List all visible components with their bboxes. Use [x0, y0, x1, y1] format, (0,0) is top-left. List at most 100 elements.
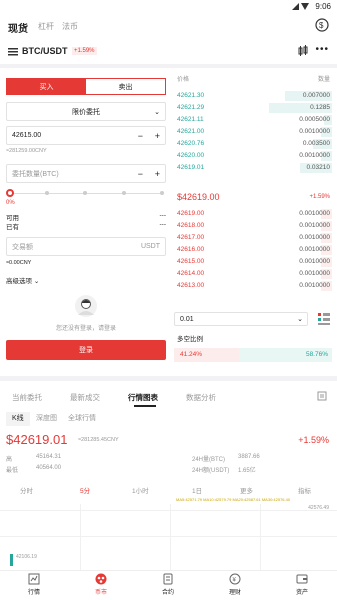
ask-row[interactable]: 42621.11 0.0005000 — [174, 114, 332, 126]
currency-icon[interactable]: $ — [315, 18, 329, 32]
bid-qty: 0.0010000 — [299, 258, 330, 265]
contract-icon — [163, 573, 173, 585]
ask-row[interactable]: 42621.00 0.0010000 — [174, 126, 332, 138]
interval-5m[interactable]: 5分 — [80, 485, 90, 495]
nav-market[interactable]: 行情 — [9, 573, 59, 596]
bid-qty: 0.0010000 — [299, 270, 330, 277]
bid-qty: 0.0010000 — [299, 282, 330, 289]
ask-row[interactable]: 42620.00 0.0010000 — [174, 150, 332, 162]
nav-finance[interactable]: ¥ 理财 — [210, 573, 260, 596]
kline-icon[interactable] — [297, 45, 309, 57]
amount-input[interactable]: 委托数量(BTC) − + — [6, 164, 166, 183]
chevron-down-icon: ⌄ — [297, 316, 303, 323]
minus-button[interactable]: − — [138, 131, 143, 141]
tab-margin[interactable]: 杠杆 — [38, 21, 54, 32]
svg-text:$: $ — [319, 21, 324, 30]
subtab-depth[interactable]: 深度图 — [36, 412, 57, 426]
tab-market-chart[interactable]: 行情图表 — [128, 392, 158, 403]
order-type-label: 限价委托 — [72, 108, 100, 116]
tab-data-analysis[interactable]: 数据分析 — [186, 392, 216, 403]
tab-open-orders[interactable]: 当前委托 — [12, 392, 42, 403]
nav-label: 资产 — [295, 590, 308, 596]
nav-assets[interactable]: 资产 — [277, 573, 327, 596]
bid-row[interactable]: 42614.00 0.0010000 — [174, 268, 332, 280]
top-nav: 现货 杠杆 法币 $ — [0, 14, 337, 40]
tab-fiat[interactable]: 法币 — [62, 21, 78, 32]
bid-qty: 0.0010000 — [299, 234, 330, 241]
ask-qty: 0.003500 — [302, 140, 330, 147]
menu-icon[interactable] — [8, 48, 18, 56]
bid-price: 42618.00 — [177, 222, 205, 229]
section-tabs: 当前委托 最新成交 行情图表 数据分析 — [0, 384, 337, 408]
precision-select[interactable]: 0.01 ⌄ — [174, 312, 308, 326]
minus-button[interactable]: − — [138, 169, 143, 179]
price-header: 价格 — [177, 77, 190, 83]
low-value: 40564.00 — [36, 465, 62, 471]
chart-low-mark: 42106.19 — [16, 554, 37, 560]
login-button[interactable]: 登录 — [6, 340, 166, 360]
last-price: $42619.00 — [177, 192, 220, 202]
ask-qty: 0.007000 — [302, 92, 330, 99]
pair-name[interactable]: BTC/USDT — [22, 46, 68, 56]
bid-row[interactable]: 42617.00 0.0010000 — [174, 232, 332, 244]
chevron-down-icon: ⌄ — [154, 108, 160, 116]
percent-slider[interactable] — [6, 189, 166, 199]
bid-row[interactable]: 42613.00 0.0010000 — [174, 280, 332, 292]
bid-row[interactable]: 42615.00 0.0010000 — [174, 256, 332, 268]
tab-spot[interactable]: 现货 — [8, 20, 28, 35]
ask-row[interactable]: 42621.30 0.007000 — [174, 90, 332, 102]
advanced-options[interactable]: 高级选项 ⌄ — [6, 275, 39, 285]
interval-1d[interactable]: 1日 — [192, 485, 202, 495]
divider — [0, 64, 337, 68]
high-label: 高 — [6, 457, 13, 463]
depth-mode-icon[interactable] — [318, 313, 330, 325]
held-value: --- — [159, 221, 167, 228]
history-icon[interactable] — [317, 391, 327, 401]
interval-timeshare[interactable]: 分时 — [20, 485, 33, 495]
sell-tab[interactable]: 卖出 — [86, 79, 165, 94]
nav-contract[interactable]: 合约 — [143, 573, 193, 596]
status-time: 9:06 — [315, 2, 331, 11]
interval-1h[interactable]: 1小时 — [132, 485, 149, 495]
held-label: 已有 — [6, 224, 19, 231]
bid-row[interactable]: 42618.00 0.0010000 — [174, 220, 332, 232]
buy-tab[interactable]: 买入 — [7, 79, 86, 94]
indicator-button[interactable]: 指标 — [298, 485, 311, 495]
nav-label: 理财 — [228, 590, 241, 596]
bid-row[interactable]: 42616.00 0.0010000 — [174, 244, 332, 256]
nav-label: 币市 — [94, 590, 107, 596]
ask-row[interactable]: 42620.76 0.003500 — [174, 138, 332, 150]
ask-list: 42621.30 0.007000 42621.29 0.1285 42621.11 0.… — [174, 90, 332, 174]
ask-qty: 0.03210 — [306, 164, 331, 171]
plus-button[interactable]: + — [155, 131, 160, 141]
tab-latest-trades[interactable]: 最新成交 — [70, 392, 100, 403]
slider-handle[interactable] — [6, 189, 14, 197]
ticker-price: $42619.01 — [6, 432, 68, 447]
nav-coin[interactable]: 币市 — [76, 573, 126, 596]
coin-market-icon — [95, 573, 107, 585]
more-icon[interactable]: ••• — [315, 44, 329, 55]
subtab-global[interactable]: 全球行情 — [68, 412, 96, 426]
bid-qty: 0.0010000 — [299, 246, 330, 253]
bid-price: 42616.00 — [177, 246, 205, 253]
ask-qty: 0.1285 — [310, 104, 330, 111]
total-input[interactable]: 交易额 USDT — [6, 237, 166, 256]
avatar-icon — [75, 295, 97, 317]
finance-icon: ¥ — [229, 573, 241, 585]
interval-more[interactable]: 更多 — [240, 485, 253, 495]
kline-chart[interactable]: MA5:42571.79 MA10:42579.79 MA20:42587.61… — [0, 496, 337, 570]
chart-icon — [28, 573, 40, 585]
wallet-icon — [296, 574, 308, 584]
bid-row[interactable]: 42619.00 0.0010000 — [174, 208, 332, 220]
divider — [0, 376, 337, 381]
order-type-select[interactable]: 限价委托 ⌄ — [6, 102, 166, 121]
login-prompt: 您还没有登录，请登录 — [55, 326, 116, 332]
plus-button[interactable]: + — [155, 169, 160, 179]
price-input[interactable]: 42615.00 − + — [6, 126, 166, 145]
ask-qty: 0.0005000 — [299, 116, 330, 123]
ask-row[interactable]: 42621.29 0.1285 — [174, 102, 332, 114]
subtab-kline[interactable]: K线 — [6, 412, 30, 426]
amt-label: 24H额(USDT) — [192, 468, 230, 474]
ask-price: 42621.30 — [177, 92, 205, 99]
ask-row[interactable]: 42619.01 0.03210 — [174, 162, 332, 174]
